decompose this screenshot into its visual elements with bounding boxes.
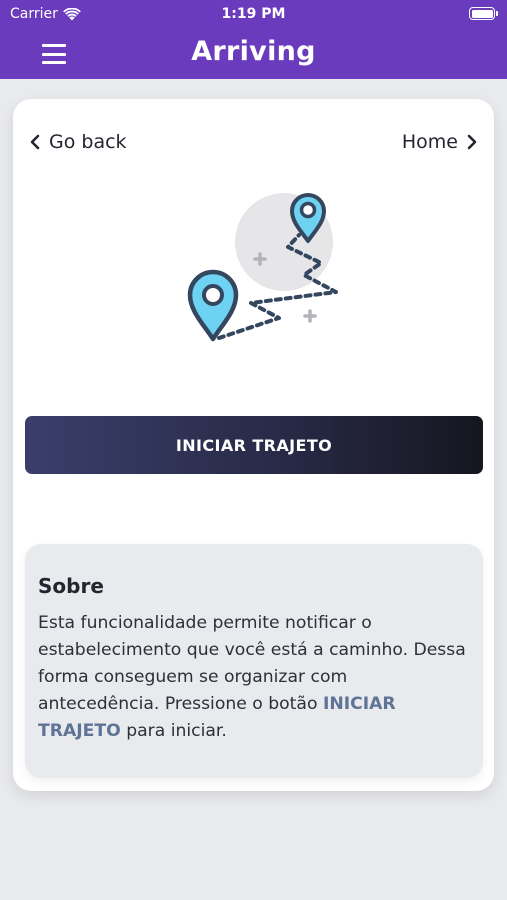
chevron-right-icon bbox=[467, 134, 477, 150]
status-time: 1:19 PM bbox=[221, 6, 286, 22]
page-title: Arriving bbox=[191, 36, 316, 67]
about-title: Sobre bbox=[38, 574, 104, 598]
battery-icon bbox=[469, 7, 498, 20]
about-text: Esta funcionalidade permite notificar o … bbox=[38, 610, 469, 745]
app-header: Carrier 1:19 PM Arriving bbox=[0, 0, 507, 79]
about-section: Sobre Esta funcionalidade permite notifi… bbox=[25, 544, 483, 778]
go-back-link[interactable]: Go back bbox=[29, 131, 127, 153]
about-text-intro: Esta funcionalidade permite notificar o … bbox=[38, 613, 466, 714]
go-back-label: Go back bbox=[49, 131, 127, 153]
about-text-end: para iniciar. bbox=[120, 721, 227, 741]
content-card: Go back Home INICIAR TRAJETO Sobre Esta … bbox=[13, 99, 494, 791]
home-label: Home bbox=[401, 131, 458, 153]
start-route-button[interactable]: INICIAR TRAJETO bbox=[25, 416, 483, 474]
chevron-left-icon bbox=[30, 134, 40, 150]
route-map-pins-icon bbox=[187, 193, 338, 342]
status-bar: Carrier 1:19 PM bbox=[0, 0, 507, 28]
home-link[interactable]: Home bbox=[402, 131, 478, 153]
